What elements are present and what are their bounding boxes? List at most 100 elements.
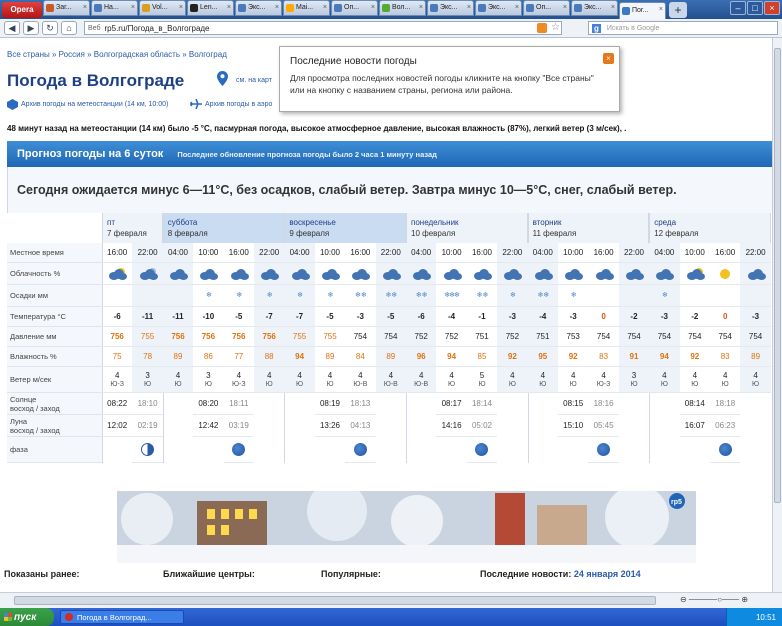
cloud-cell	[466, 263, 498, 285]
wind-direction: Ю-В	[414, 380, 429, 388]
popup-close-icon[interactable]: ×	[603, 53, 614, 64]
taskbar-window-button[interactable]: Погода в Волгоград...	[60, 610, 184, 624]
tab-close-icon[interactable]: ×	[83, 4, 87, 11]
precip-cell: ❄	[254, 285, 285, 307]
day-name: воскресенье	[289, 218, 336, 227]
wind-direction: Ю	[448, 380, 456, 388]
sunrise-cell: 08:15	[558, 393, 589, 415]
moon-phase-icon	[718, 443, 732, 456]
pressure-value: 756	[232, 332, 246, 341]
browser-tab[interactable]: Оп... ×	[331, 0, 378, 16]
sunset-cell: 18:13	[345, 393, 376, 415]
new-tab-button[interactable]: +	[669, 1, 687, 18]
moonset-cell: 04:13	[345, 415, 376, 437]
forward-button[interactable]: ▶	[23, 21, 39, 35]
wind-direction: Ю	[539, 380, 547, 388]
forecast-header: Прогноз погоды на 6 суток Последнее обно…	[7, 141, 772, 167]
wind-cell: 4 Ю-В	[345, 367, 376, 393]
pressure-cell: 756	[162, 327, 194, 347]
wind-speed: 4	[692, 370, 698, 380]
archive-station-link[interactable]: Архив погоды на метеостанции (14 км, 10:…	[7, 99, 168, 110]
zoom-slider[interactable]: ⊖ ─────○─── ⊕	[680, 595, 748, 604]
map-link[interactable]: см. на карт	[236, 77, 272, 84]
home-button[interactable]: ⌂	[61, 21, 77, 35]
humidity-value: 92	[690, 352, 700, 361]
latest-news-text: Последние новости:	[480, 569, 572, 579]
tab-close-icon[interactable]: ×	[515, 4, 519, 11]
vertical-scroll-thumb[interactable]	[774, 48, 781, 503]
maximize-icon[interactable]: □	[747, 1, 763, 15]
cloud-cell	[284, 263, 315, 285]
close-window-icon[interactable]: ×	[764, 1, 780, 15]
archive-airport-link[interactable]: Архив погоды в аэро	[190, 99, 272, 109]
pressure-cell: 755	[284, 327, 315, 347]
moonset-value: 02:19	[137, 421, 158, 430]
browser-tab[interactable]: Экс... ×	[427, 0, 474, 16]
google-icon[interactable]: g	[592, 23, 601, 33]
browser-tab[interactable]: Пог... ×	[619, 1, 666, 20]
tab-close-icon[interactable]: ×	[131, 4, 135, 11]
browser-tab[interactable]: Вол... ×	[379, 0, 426, 16]
pressure-cell: 754	[345, 327, 376, 347]
tab-close-icon[interactable]: ×	[227, 4, 231, 11]
browser-tab[interactable]: Оп... ×	[523, 0, 570, 16]
vertical-scrollbar[interactable]	[772, 38, 782, 592]
precip-cell	[102, 285, 133, 307]
humidity-cell: 83	[588, 347, 619, 367]
browser-tab[interactable]: На... ×	[91, 0, 138, 16]
browser-tab[interactable]: Экс... ×	[571, 0, 618, 16]
tab-close-icon[interactable]: ×	[659, 6, 663, 13]
time-cell: 22:00	[375, 243, 406, 263]
day-header: суббота 8 февраля	[162, 213, 285, 243]
humidity-cell: 85	[466, 347, 498, 367]
moonrise-value: 16:07	[684, 421, 705, 430]
reload-button[interactable]: ↻	[42, 21, 58, 35]
snow-icon: ❄ ❄	[355, 291, 367, 299]
breadcrumb[interactable]: Все страны » Россия » Волгоградская обла…	[7, 50, 227, 59]
tab-close-icon[interactable]: ×	[323, 4, 327, 11]
start-button[interactable]: пуск	[0, 608, 54, 626]
search-placeholder: Искать в Google	[606, 24, 660, 32]
rss-icon[interactable]	[537, 23, 547, 33]
row-label-cloud: Облачность %	[7, 263, 102, 285]
sunrise-value: 08:15	[563, 399, 584, 408]
browser-tab[interactable]: Экс... ×	[475, 0, 522, 16]
latest-news-date[interactable]: 24 января 2014	[574, 569, 641, 579]
horizontal-scrollbar[interactable]: ⊖ ─────○─── ⊕	[0, 592, 782, 608]
browser-tab[interactable]: Экс... ×	[235, 0, 282, 16]
temp-value: -3	[569, 312, 577, 321]
pressure-cell: 755	[132, 327, 163, 347]
back-button[interactable]: ◀	[4, 21, 20, 35]
sunrise-cell: 08:22	[102, 393, 133, 415]
tab-close-icon[interactable]: ×	[371, 4, 375, 11]
horizontal-scroll-thumb[interactable]	[14, 596, 656, 605]
map-pin-icon[interactable]	[217, 71, 228, 86]
station-icon	[7, 99, 18, 110]
url-field[interactable]: Веб rp5.ru/Погода_в_Волгограде ☆	[84, 21, 562, 35]
precip-cell	[162, 285, 194, 307]
search-field[interactable]: g Искать в Google	[588, 21, 778, 35]
browser-tab[interactable]: Len... ×	[187, 0, 234, 16]
humidity-value: 94	[295, 352, 305, 361]
precip-cell: ❄ ❄	[527, 285, 558, 307]
winter-banner-image[interactable]: rp5	[117, 481, 696, 563]
wind-cell: 4 Ю-В	[406, 367, 437, 393]
tab-close-icon[interactable]: ×	[419, 4, 423, 11]
temp-value: -5	[326, 312, 334, 321]
sunset-value: 18:11	[229, 399, 249, 408]
tab-close-icon[interactable]: ×	[563, 4, 567, 11]
tab-close-icon[interactable]: ×	[179, 4, 183, 11]
opera-menu-button[interactable]: Opera	[2, 1, 42, 18]
tab-close-icon[interactable]: ×	[611, 4, 615, 11]
day-header: среда 12 февраля	[649, 213, 771, 243]
minimize-icon[interactable]: –	[730, 1, 746, 15]
browser-tab[interactable]: Заг... ×	[43, 0, 90, 16]
bookmark-star-icon[interactable]: ☆	[551, 23, 561, 33]
precip-cell	[710, 285, 741, 307]
tab-label: Экс...	[584, 4, 602, 11]
snow-icon: ❄ ❄	[415, 291, 428, 299]
tab-close-icon[interactable]: ×	[467, 4, 471, 11]
tab-close-icon[interactable]: ×	[275, 4, 279, 11]
browser-tab[interactable]: Vol... ×	[139, 0, 186, 16]
browser-tab[interactable]: Mai... ×	[283, 0, 330, 16]
